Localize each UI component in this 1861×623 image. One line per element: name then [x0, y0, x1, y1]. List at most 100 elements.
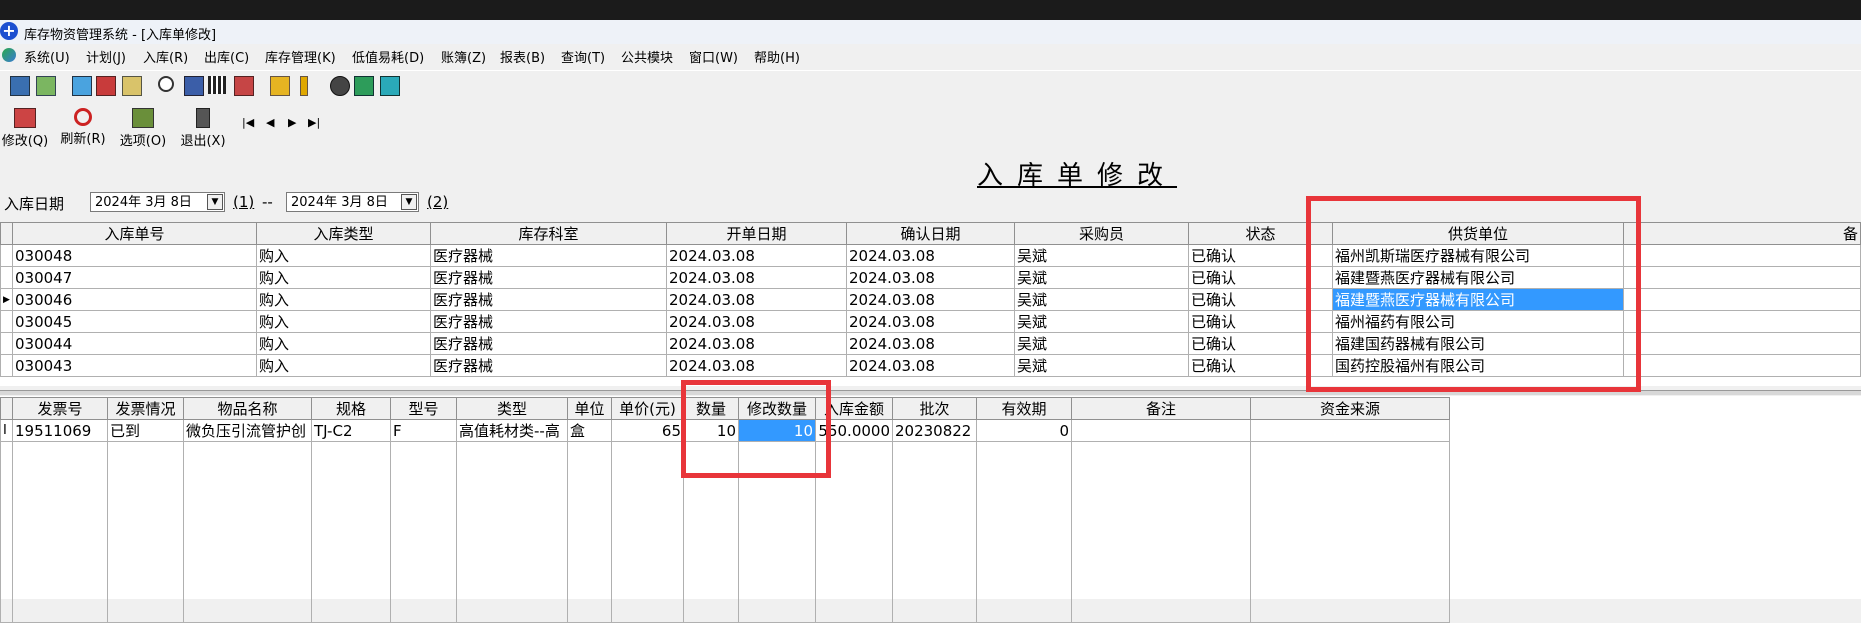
- cell-open-date[interactable]: 2024.03.08: [666, 244, 847, 267]
- col-header-fund-source[interactable]: 资金来源: [1250, 397, 1450, 420]
- first-record-icon[interactable]: |◀: [242, 116, 254, 129]
- menu-low-value[interactable]: 低值易耗(D): [352, 47, 424, 66]
- date-from-picker[interactable]: 2024年 3月 8日 ▼: [90, 192, 225, 212]
- menu-help[interactable]: 帮助(H): [754, 47, 800, 66]
- cell-open-date[interactable]: 2024.03.08: [666, 310, 847, 333]
- cell-confirm-date[interactable]: 2024.03.08: [846, 310, 1015, 333]
- window-icon[interactable]: [380, 76, 400, 96]
- cell-buyer[interactable]: 吴斌: [1014, 332, 1189, 355]
- cell-extra[interactable]: [1623, 310, 1861, 333]
- cell-order-no[interactable]: 030048: [12, 244, 257, 267]
- cell-confirm-date[interactable]: 2024.03.08: [846, 332, 1015, 355]
- cell-item-name[interactable]: 微负压引流管护创: [183, 419, 312, 442]
- chart-icon[interactable]: [184, 76, 204, 96]
- col-header-open-date[interactable]: 开单日期: [666, 222, 847, 245]
- cell-type[interactable]: 购入: [256, 332, 431, 355]
- cell-open-date[interactable]: 2024.03.08: [666, 288, 847, 311]
- last-record-icon[interactable]: ▶|: [308, 116, 320, 129]
- cell-buyer[interactable]: 吴斌: [1014, 244, 1189, 267]
- col-header-department[interactable]: 库存科室: [430, 222, 667, 245]
- cell-fund-source[interactable]: [1250, 419, 1450, 442]
- date-to-picker[interactable]: 2024年 3月 8日 ▼: [286, 192, 419, 212]
- cell-order-no[interactable]: 030044: [12, 332, 257, 355]
- col-header-spec[interactable]: 规格: [311, 397, 391, 420]
- import-icon[interactable]: [36, 76, 56, 96]
- cell-type[interactable]: 购入: [256, 244, 431, 267]
- cell-buyer[interactable]: 吴斌: [1014, 288, 1189, 311]
- col-header-unit[interactable]: 单位: [567, 397, 612, 420]
- magnifier-icon[interactable]: [158, 76, 174, 92]
- cell-batch[interactable]: 20230822: [892, 419, 977, 442]
- cell-department[interactable]: 医疗器械: [430, 310, 667, 333]
- grid-icon[interactable]: [208, 76, 226, 94]
- cell-confirm-date[interactable]: 2024.03.08: [846, 288, 1015, 311]
- refresh-button[interactable]: 刷新(R): [58, 108, 108, 147]
- cell-confirm-date[interactable]: 2024.03.08: [846, 266, 1015, 289]
- cell-extra[interactable]: [1623, 354, 1861, 377]
- cell-extra[interactable]: [1623, 266, 1861, 289]
- menu-window[interactable]: 窗口(W): [689, 47, 738, 66]
- cell-model[interactable]: F: [390, 419, 457, 442]
- cell-department[interactable]: 医疗器械: [430, 354, 667, 377]
- cell-department[interactable]: 医疗器械: [430, 288, 667, 311]
- cell-extra[interactable]: [1623, 288, 1861, 311]
- book-icon[interactable]: [354, 76, 374, 96]
- col-header-order-no[interactable]: 入库单号: [12, 222, 257, 245]
- menu-common[interactable]: 公共模块: [621, 47, 673, 66]
- col-header-type[interactable]: 入库类型: [256, 222, 431, 245]
- cell-buyer[interactable]: 吴斌: [1014, 266, 1189, 289]
- cell-expiry[interactable]: 0: [976, 419, 1072, 442]
- cell-order-no[interactable]: 030043: [12, 354, 257, 377]
- menu-query[interactable]: 查询(T): [561, 47, 605, 66]
- cell-buyer[interactable]: 吴斌: [1014, 310, 1189, 333]
- cell-type[interactable]: 购入: [256, 266, 431, 289]
- col-header-remarks[interactable]: 备注: [1071, 397, 1251, 420]
- cell-order-no[interactable]: 030047: [12, 266, 257, 289]
- cell-extra[interactable]: [1623, 332, 1861, 355]
- menu-outbound[interactable]: 出库(C): [204, 47, 249, 66]
- options-button[interactable]: 选项(O): [118, 108, 168, 149]
- col-header-batch[interactable]: 批次: [892, 397, 977, 420]
- cell-order-no[interactable]: 030046: [12, 288, 257, 311]
- menu-inbound[interactable]: 入库(R): [143, 47, 188, 66]
- menu-plan[interactable]: 计划(J): [86, 47, 126, 66]
- menu-system[interactable]: 系统(U): [24, 47, 70, 66]
- folder-icon[interactable]: [270, 76, 290, 96]
- modify-button[interactable]: 修改(Q): [0, 108, 50, 149]
- col-header-unit-price[interactable]: 单价(元): [611, 397, 684, 420]
- cell-department[interactable]: 医疗器械: [430, 266, 667, 289]
- col-header-confirm-date[interactable]: 确认日期: [846, 222, 1015, 245]
- prev-record-icon[interactable]: ◀: [266, 116, 274, 129]
- cell-order-no[interactable]: 030045: [12, 310, 257, 333]
- cell-department[interactable]: 医疗器械: [430, 244, 667, 267]
- cell-type[interactable]: 购入: [256, 310, 431, 333]
- col-header-model[interactable]: 型号: [390, 397, 457, 420]
- cell-invoice-no[interactable]: 19511069: [12, 419, 108, 442]
- document-icon[interactable]: [96, 76, 116, 96]
- cell-unit[interactable]: 盒: [567, 419, 612, 442]
- menu-ledger[interactable]: 账簿(Z): [441, 47, 486, 66]
- cell-buyer[interactable]: 吴斌: [1014, 354, 1189, 377]
- col-header-expiry[interactable]: 有效期: [976, 397, 1072, 420]
- col-header-invoice-no[interactable]: 发票号: [12, 397, 108, 420]
- cell-open-date[interactable]: 2024.03.08: [666, 332, 847, 355]
- cell-confirm-date[interactable]: 2024.03.08: [846, 354, 1015, 377]
- calculator-icon[interactable]: [72, 76, 92, 96]
- cell-open-date[interactable]: 2024.03.08: [666, 354, 847, 377]
- cell-type[interactable]: 购入: [256, 288, 431, 311]
- stop-icon[interactable]: [330, 76, 350, 96]
- cell-category[interactable]: 高值耗材类--高: [456, 419, 568, 442]
- report-icon[interactable]: [234, 76, 254, 96]
- save-icon[interactable]: [10, 76, 30, 96]
- dropdown-arrow-icon[interactable]: ▼: [401, 194, 417, 210]
- col-header-category[interactable]: 类型: [456, 397, 568, 420]
- menu-reports[interactable]: 报表(B): [500, 47, 545, 66]
- dropdown-arrow-icon[interactable]: ▼: [207, 194, 223, 210]
- cell-remarks[interactable]: [1071, 419, 1251, 442]
- cell-extra[interactable]: [1623, 244, 1861, 267]
- cell-department[interactable]: 医疗器械: [430, 332, 667, 355]
- col-header-invoice-status[interactable]: 发票情况: [107, 397, 184, 420]
- col-header-buyer[interactable]: 采购员: [1014, 222, 1189, 245]
- tools-icon[interactable]: [122, 76, 142, 96]
- thermometer-icon[interactable]: [300, 76, 308, 96]
